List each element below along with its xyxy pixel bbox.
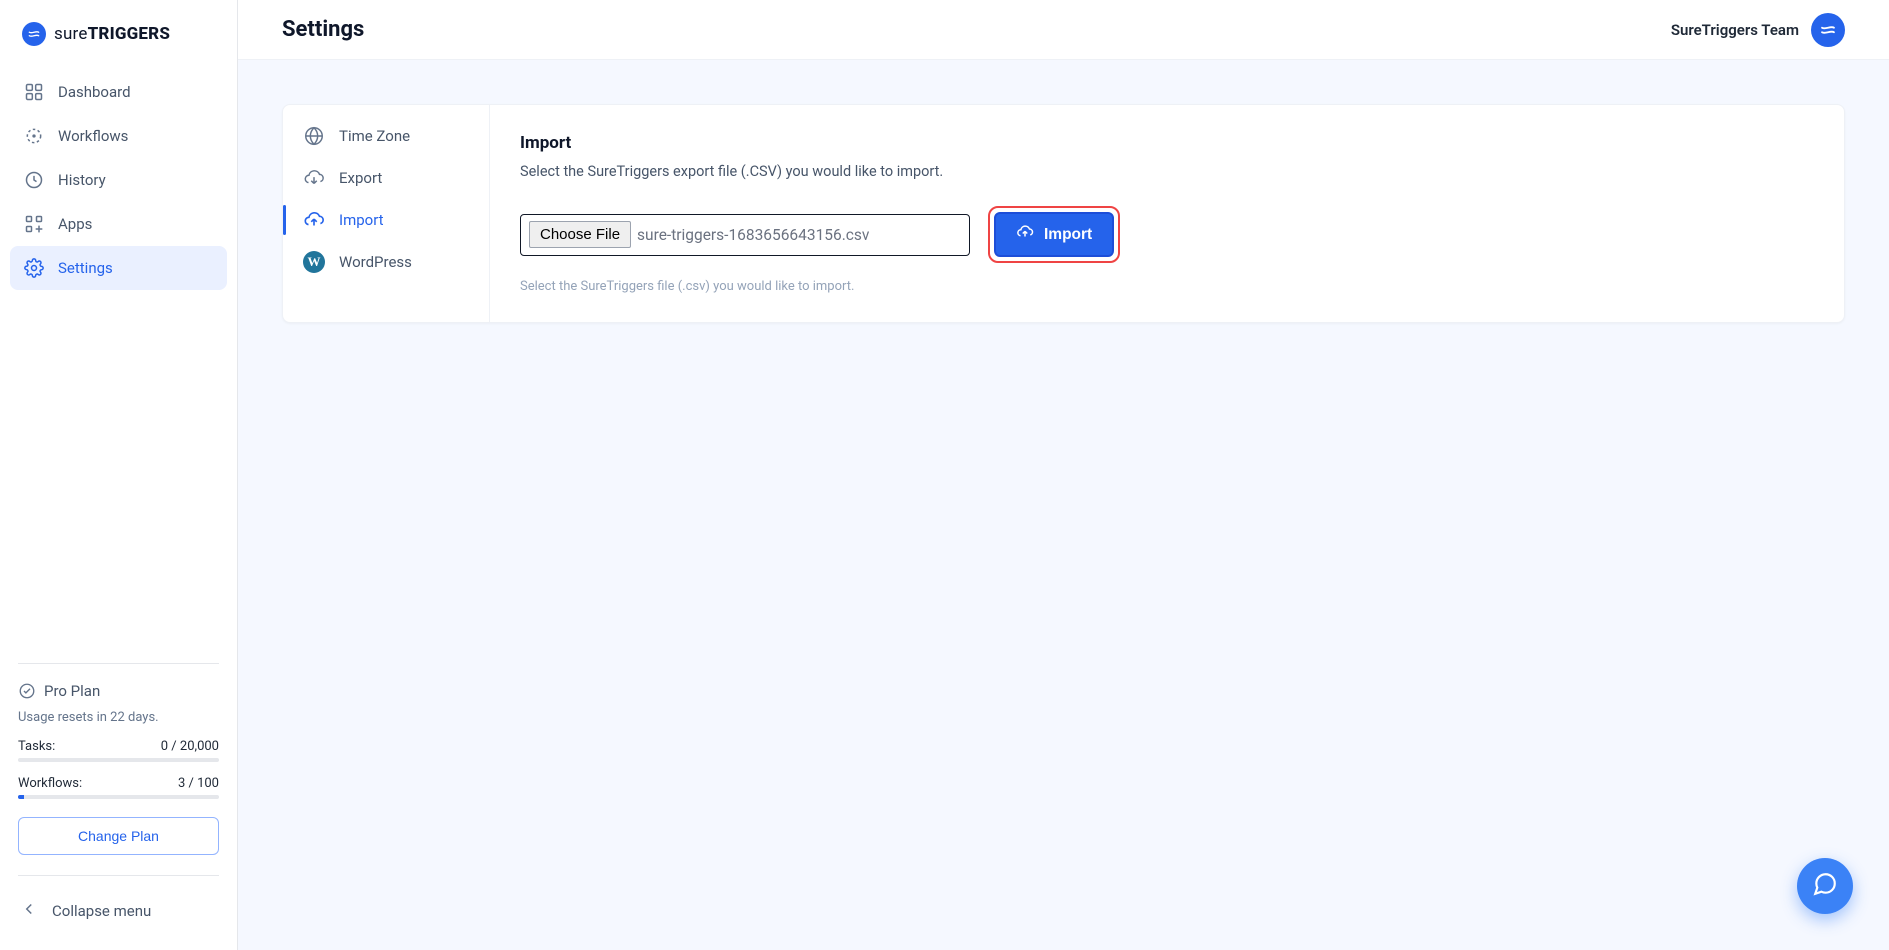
import-panel: Import Select the SureTriggers export fi…	[490, 105, 1844, 322]
chat-icon	[1812, 871, 1838, 901]
settings-tab-timezone[interactable]: Time Zone	[283, 115, 489, 157]
nav-label: Workflows	[58, 127, 128, 145]
settings-tab-label: WordPress	[339, 253, 412, 271]
choose-file-button[interactable]: Choose File	[529, 221, 631, 248]
settings-tab-label: Import	[339, 211, 384, 229]
sidebar: sureTRIGGERS Dashboard Workflows History	[0, 0, 238, 950]
settings-tab-wordpress[interactable]: W WordPress	[283, 241, 489, 283]
import-button-label: Import	[1044, 226, 1092, 244]
panel-title: Import	[520, 133, 1814, 153]
plan-usage-note: Usage resets in 22 days.	[18, 710, 219, 725]
apps-icon	[24, 214, 44, 234]
collapse-label: Collapse menu	[52, 902, 151, 920]
settings-card: Time Zone Export Import W	[282, 104, 1845, 323]
settings-tab-label: Export	[339, 169, 382, 187]
tasks-value: 0 / 20,000	[161, 739, 219, 754]
settings-tab-export[interactable]: Export	[283, 157, 489, 199]
cloud-upload-icon	[303, 209, 325, 231]
workflows-icon	[24, 126, 44, 146]
nav-label: Settings	[58, 259, 113, 277]
content-area: Time Zone Export Import W	[238, 60, 1889, 367]
settings-icon	[24, 258, 44, 278]
tasks-progress-bar	[18, 758, 219, 762]
settings-tab-import[interactable]: Import	[283, 199, 489, 241]
panel-description: Select the SureTriggers export file (.CS…	[520, 163, 1814, 180]
nav-label: History	[58, 171, 106, 189]
primary-nav: Dashboard Workflows History Apps Setting…	[0, 64, 237, 296]
cloud-download-icon	[303, 167, 325, 189]
import-button-highlight: Import	[988, 206, 1120, 263]
plan-name-row: Pro Plan	[18, 682, 219, 700]
globe-icon	[303, 125, 325, 147]
help-fab[interactable]	[1797, 858, 1853, 914]
selected-file-name: sure-triggers-1683656643156.csv	[637, 226, 869, 244]
team-avatar-icon	[1811, 13, 1845, 47]
workflows-row: Workflows: 3 / 100	[18, 776, 219, 791]
check-circle-icon	[18, 682, 36, 700]
nav-label: Dashboard	[58, 83, 131, 101]
tasks-label: Tasks:	[18, 739, 55, 754]
dashboard-icon	[24, 82, 44, 102]
brand-logo-text: sureTRIGGERS	[54, 24, 170, 44]
collapse-menu-button[interactable]: Collapse menu	[18, 896, 219, 932]
team-name: SureTriggers Team	[1671, 21, 1799, 39]
nav-settings[interactable]: Settings	[10, 246, 227, 290]
settings-tab-label: Time Zone	[339, 127, 410, 145]
workflows-progress-bar	[18, 795, 219, 799]
sidebar-footer: Pro Plan Usage resets in 22 days. Tasks:…	[0, 651, 237, 950]
nav-history[interactable]: History	[10, 158, 227, 202]
file-hint: Select the SureTriggers file (.csv) you …	[520, 279, 1814, 294]
workflows-label: Workflows:	[18, 776, 82, 791]
plan-name: Pro Plan	[44, 682, 100, 700]
tasks-row: Tasks: 0 / 20,000	[18, 739, 219, 754]
nav-workflows[interactable]: Workflows	[10, 114, 227, 158]
workflows-value: 3 / 100	[178, 776, 219, 791]
cloud-upload-icon	[1016, 223, 1034, 246]
team-switcher[interactable]: SureTriggers Team	[1671, 13, 1845, 47]
brand-logo[interactable]: sureTRIGGERS	[0, 0, 237, 64]
change-plan-button[interactable]: Change Plan	[18, 817, 219, 855]
main-area: Settings SureTriggers Team Time Zone	[238, 0, 1889, 950]
file-input[interactable]: Choose File sure-triggers-1683656643156.…	[520, 214, 970, 256]
page-title: Settings	[282, 17, 364, 42]
nav-dashboard[interactable]: Dashboard	[10, 70, 227, 114]
import-button[interactable]: Import	[994, 212, 1114, 257]
topbar: Settings SureTriggers Team	[238, 0, 1889, 60]
chevron-left-icon	[20, 900, 38, 922]
settings-subnav: Time Zone Export Import W	[283, 105, 490, 322]
file-row: Choose File sure-triggers-1683656643156.…	[520, 206, 1814, 263]
wordpress-icon: W	[303, 251, 325, 273]
brand-logo-icon	[22, 22, 46, 46]
nav-apps[interactable]: Apps	[10, 202, 227, 246]
history-icon	[24, 170, 44, 190]
nav-label: Apps	[58, 215, 92, 233]
